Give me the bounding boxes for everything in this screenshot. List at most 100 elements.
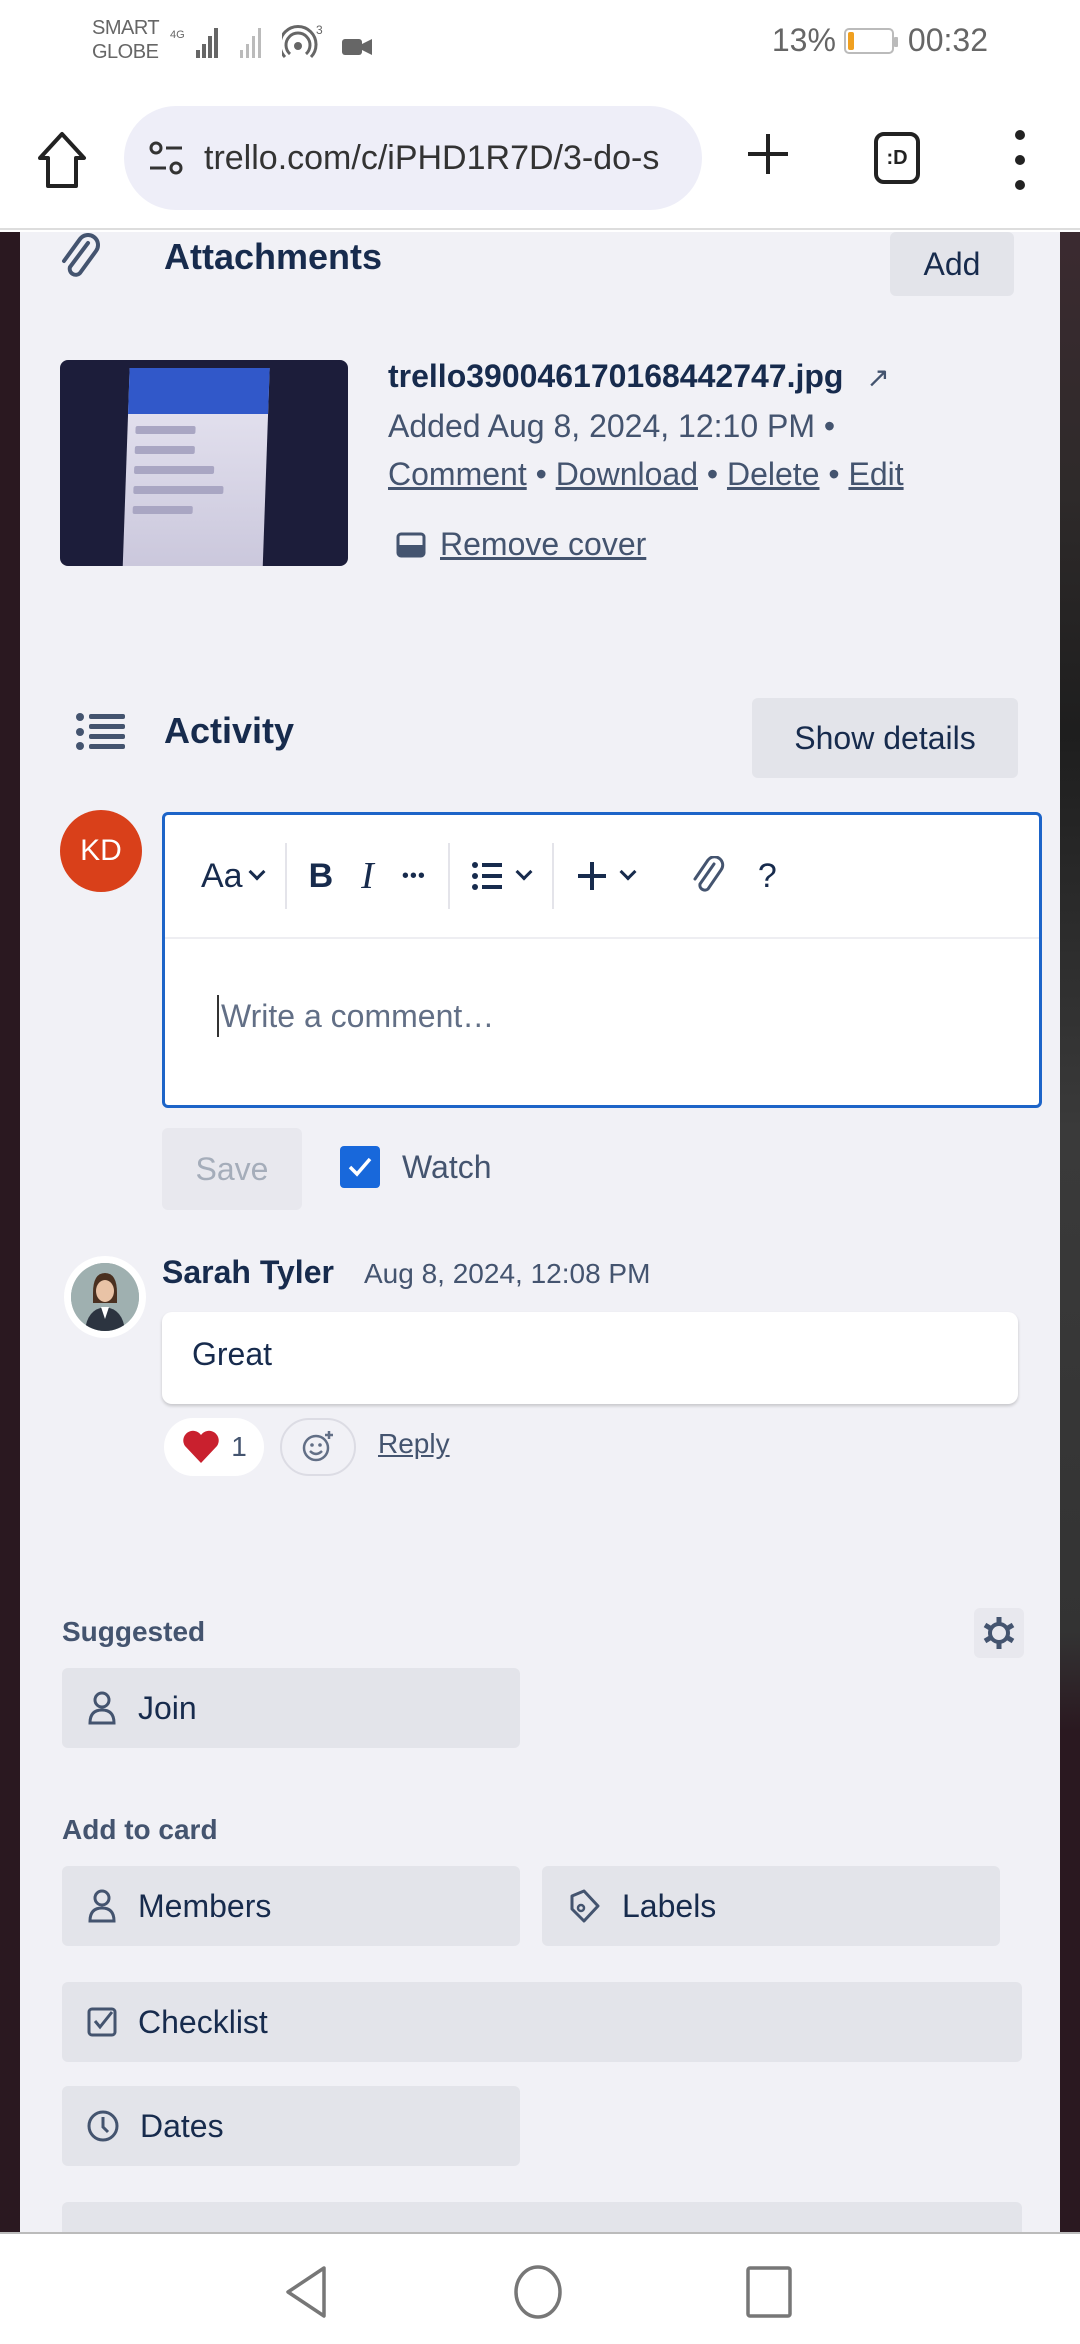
members-button[interactable]: Members bbox=[62, 1866, 520, 1946]
carrier-2: GLOBE bbox=[92, 41, 159, 63]
filename-text[interactable]: trello390046170168442747.jpg bbox=[388, 358, 843, 394]
italic-icon: I bbox=[361, 855, 374, 897]
commenter-avatar[interactable] bbox=[64, 1256, 146, 1338]
add-attachment-button[interactable]: Add bbox=[890, 232, 1014, 296]
bold-icon: B bbox=[308, 856, 334, 895]
checklist-button[interactable]: Checklist bbox=[62, 1982, 1022, 2062]
more-menu-button[interactable] bbox=[1010, 130, 1030, 190]
paperclip-icon bbox=[50, 232, 110, 284]
attachments-heading: Attachments bbox=[164, 236, 383, 277]
comment-timestamp[interactable]: Aug 8, 2024, 12:08 PM bbox=[364, 1258, 650, 1290]
thumbnail-image bbox=[122, 368, 270, 566]
join-label: Join bbox=[138, 1689, 197, 1726]
recents-icon bbox=[746, 2266, 792, 2318]
edit-attachment-link[interactable]: Edit bbox=[848, 456, 903, 492]
plus-icon bbox=[577, 862, 606, 890]
open-external-icon[interactable]: ↗ bbox=[866, 362, 889, 393]
comment-body: Great bbox=[162, 1312, 1018, 1404]
paperclip-icon bbox=[693, 856, 724, 892]
toolbar-divider bbox=[551, 843, 554, 909]
address-bar[interactable]: trello.com/c/iPHD1R7D/3-do-s bbox=[124, 106, 702, 210]
sep: • bbox=[526, 456, 556, 492]
video-record-icon bbox=[342, 39, 372, 55]
text-style-button[interactable]: Aa bbox=[201, 846, 266, 906]
chevron-down-icon bbox=[248, 863, 266, 881]
heart-reaction[interactable]: 1 bbox=[164, 1418, 264, 1476]
show-details-button[interactable]: Show details bbox=[752, 698, 1018, 778]
back-icon bbox=[286, 2266, 326, 2318]
download-attachment-link[interactable]: Download bbox=[556, 456, 698, 492]
reply-link[interactable]: Reply bbox=[378, 1428, 450, 1460]
labels-button[interactable]: Labels bbox=[542, 1866, 1000, 1946]
recents-button[interactable] bbox=[744, 2264, 794, 2320]
tab-switcher-icon: :D bbox=[886, 146, 908, 169]
dot bbox=[1015, 155, 1025, 165]
tab-switcher-button[interactable]: :D bbox=[874, 132, 920, 184]
hotspot-icon: 3 bbox=[282, 24, 323, 59]
svg-text:4G: 4G bbox=[170, 29, 185, 41]
comment-author[interactable]: Sarah Tyler bbox=[162, 1254, 334, 1291]
chevron-down-icon bbox=[515, 863, 533, 881]
system-nav-bar bbox=[0, 2232, 1080, 2344]
dot bbox=[1015, 180, 1025, 190]
battery-percent: 13% bbox=[771, 22, 836, 58]
add-emoji-icon bbox=[302, 1431, 333, 1462]
clock: 00:32 bbox=[907, 22, 988, 58]
signal-2-icon bbox=[240, 28, 261, 58]
back-button[interactable] bbox=[282, 2264, 332, 2320]
svg-text:3: 3 bbox=[316, 24, 323, 37]
join-button[interactable]: Join bbox=[62, 1668, 520, 1748]
comment-editor[interactable]: Aa B I ••• ? Write a comment… bbox=[162, 812, 1042, 1108]
new-tab-icon bbox=[748, 134, 788, 174]
attachment-thumbnail[interactable] bbox=[60, 360, 348, 566]
site-settings-icon[interactable] bbox=[146, 138, 186, 178]
watch-checkbox[interactable]: Watch bbox=[340, 1146, 492, 1188]
suggested-heading: Suggested bbox=[62, 1616, 206, 1647]
home-nav-button[interactable] bbox=[512, 2264, 564, 2320]
save-comment-button[interactable]: Save bbox=[162, 1128, 302, 1210]
heart-icon bbox=[183, 1430, 219, 1463]
toolbar-divider bbox=[284, 843, 287, 909]
dates-button[interactable]: Dates bbox=[62, 2086, 520, 2166]
checklist-icon bbox=[87, 2007, 117, 2037]
activity-icon bbox=[74, 710, 128, 754]
bold-button[interactable]: B bbox=[309, 846, 334, 906]
attachment-filename[interactable]: trello390046170168442747.jpg ↗ bbox=[388, 358, 890, 395]
url-text[interactable]: trello.com/c/iPHD1R7D/3-do-s bbox=[204, 139, 659, 178]
attach-button[interactable] bbox=[690, 846, 726, 906]
remove-cover-label[interactable]: Remove cover bbox=[440, 526, 646, 563]
status-right: 13% 00:32 bbox=[772, 22, 988, 59]
help-button[interactable]: ? bbox=[758, 846, 777, 906]
current-user-avatar[interactable]: KD bbox=[60, 810, 142, 892]
battery-icon bbox=[843, 27, 898, 54]
status-bar: SMART GLOBE 4G 3 13% 00:32 bbox=[0, 0, 1080, 90]
dates-label: Dates bbox=[140, 2107, 224, 2144]
members-label: Members bbox=[138, 1887, 272, 1924]
text-style-icon: Aa bbox=[201, 856, 243, 895]
remove-cover-button[interactable]: Remove cover bbox=[396, 526, 646, 563]
italic-button[interactable]: I bbox=[361, 846, 374, 906]
sep: • bbox=[698, 456, 727, 492]
checkbox-checked-icon[interactable] bbox=[340, 1146, 380, 1188]
home-button[interactable] bbox=[34, 128, 90, 192]
insert-button[interactable] bbox=[576, 846, 637, 906]
carrier-1: SMART bbox=[92, 17, 160, 39]
comment-input[interactable]: Write a comment… bbox=[217, 995, 494, 1037]
battery-fill bbox=[847, 31, 854, 50]
signal-icon: 4G bbox=[170, 28, 218, 58]
board-background-edge bbox=[1060, 232, 1080, 2232]
more-icon: ••• bbox=[401, 864, 426, 887]
comment-attachment-link[interactable]: Comment bbox=[388, 456, 527, 492]
more-formatting-button[interactable]: ••• bbox=[402, 846, 426, 906]
carrier-label: SMART GLOBE bbox=[92, 16, 160, 64]
activity-heading: Activity bbox=[164, 710, 295, 751]
add-reaction-button[interactable] bbox=[280, 1418, 356, 1476]
labels-label: Labels bbox=[622, 1887, 717, 1924]
signal-icons: 4G 3 bbox=[170, 24, 374, 60]
suggested-settings-button[interactable] bbox=[974, 1608, 1024, 1658]
list-button[interactable] bbox=[471, 846, 533, 906]
help-icon: ? bbox=[757, 856, 777, 895]
gear-icon bbox=[983, 1617, 1015, 1649]
new-tab-button[interactable] bbox=[744, 130, 792, 187]
delete-attachment-link[interactable]: Delete bbox=[727, 456, 820, 492]
